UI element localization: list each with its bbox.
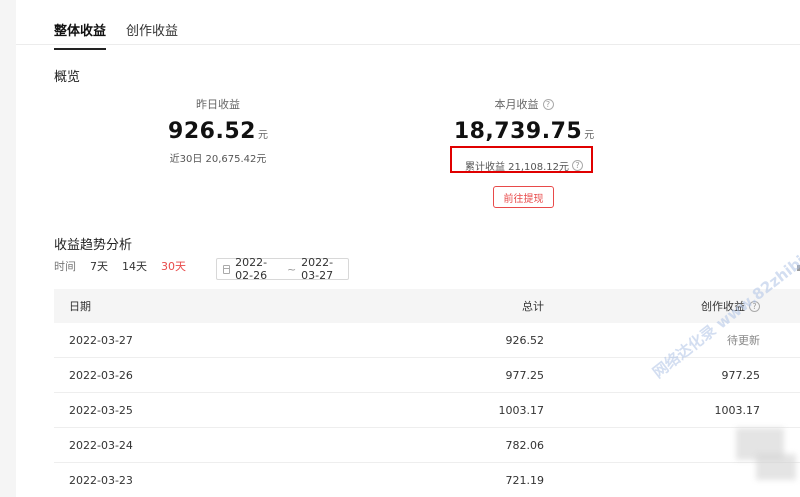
- range-14-days[interactable]: 14天: [122, 258, 147, 274]
- help-icon[interactable]: ?: [542, 98, 554, 110]
- date-range-picker[interactable]: 2022-02-26 ~ 2022-03-27: [216, 256, 349, 282]
- earnings-table: 日期 总计 创作收益 ? 2022-03-27 926.52 待更新 2022-…: [54, 289, 800, 497]
- earnings-panel: 整体收益 创作收益 概览 昨日收益 926.52 元 近30日 20,675.4…: [16, 0, 800, 497]
- table-row: 2022-03-26 977.25 977.25: [54, 358, 800, 393]
- header-date: 日期: [69, 300, 91, 313]
- table-header: 日期 总计 创作收益 ?: [54, 289, 800, 323]
- yesterday-label: 昨日收益: [196, 98, 240, 111]
- table-row: 2022-03-23 721.19: [54, 463, 800, 497]
- range-7-days[interactable]: 7天: [90, 258, 108, 274]
- month-unit: 元: [584, 130, 595, 141]
- trend-title: 收益趋势分析: [54, 238, 133, 253]
- tab-overall-earnings[interactable]: 整体收益: [54, 20, 107, 50]
- row-date: 2022-03-27: [69, 333, 133, 347]
- row-date: 2022-03-23: [69, 473, 133, 487]
- row-total: 926.52: [505, 333, 545, 347]
- yesterday-earnings: 昨日收益 926.52 元 近30日 20,675.42元: [98, 96, 338, 165]
- header-total: 总计: [522, 300, 544, 313]
- row-total: 782.06: [505, 438, 545, 452]
- date-separator: ~: [286, 262, 297, 276]
- tab-creation-earnings[interactable]: 创作收益: [126, 20, 178, 50]
- table-row: 2022-03-25 1003.17 1003.17: [54, 393, 800, 428]
- date-end: 2022-03-27: [301, 256, 334, 282]
- row-total: 1003.17: [498, 403, 545, 417]
- table-row: 2022-03-24 782.06: [54, 428, 800, 463]
- row-date: 2022-03-24: [69, 438, 133, 452]
- cumulative-highlight-box: [450, 146, 593, 173]
- row-date: 2022-03-26: [69, 368, 133, 382]
- row-total: 977.25: [505, 368, 545, 382]
- month-value: 18,739.75: [453, 119, 583, 144]
- yesterday-value: 926.52: [168, 119, 256, 144]
- time-label: 时间: [54, 260, 76, 273]
- date-start: 2022-02-26: [235, 256, 268, 282]
- overview-title: 概览: [54, 70, 81, 85]
- row-creation: 977.25: [721, 368, 761, 382]
- row-date: 2022-03-25: [69, 403, 133, 417]
- tab-divider: [16, 44, 800, 45]
- row-total: 721.19: [505, 473, 545, 487]
- withdraw-button[interactable]: 前往提现: [493, 186, 554, 208]
- row-creation: 待更新: [727, 334, 760, 347]
- last-30-days-earnings: 近30日 20,675.42元: [169, 154, 267, 165]
- help-icon[interactable]: ?: [749, 300, 760, 312]
- header-creation-earnings: 创作收益 ?: [544, 298, 760, 314]
- table-row: 2022-03-27 926.52 待更新: [54, 323, 800, 358]
- tab-bar: 整体收益 创作收益: [54, 20, 178, 50]
- row-creation: 1003.17: [714, 403, 761, 417]
- calendar-icon: [223, 264, 231, 274]
- yesterday-unit: 元: [257, 130, 268, 141]
- month-label: 本月收益: [494, 98, 539, 111]
- range-30-days[interactable]: 30天: [161, 258, 186, 274]
- range-filters: 时间 7天 14天 30天: [54, 258, 200, 274]
